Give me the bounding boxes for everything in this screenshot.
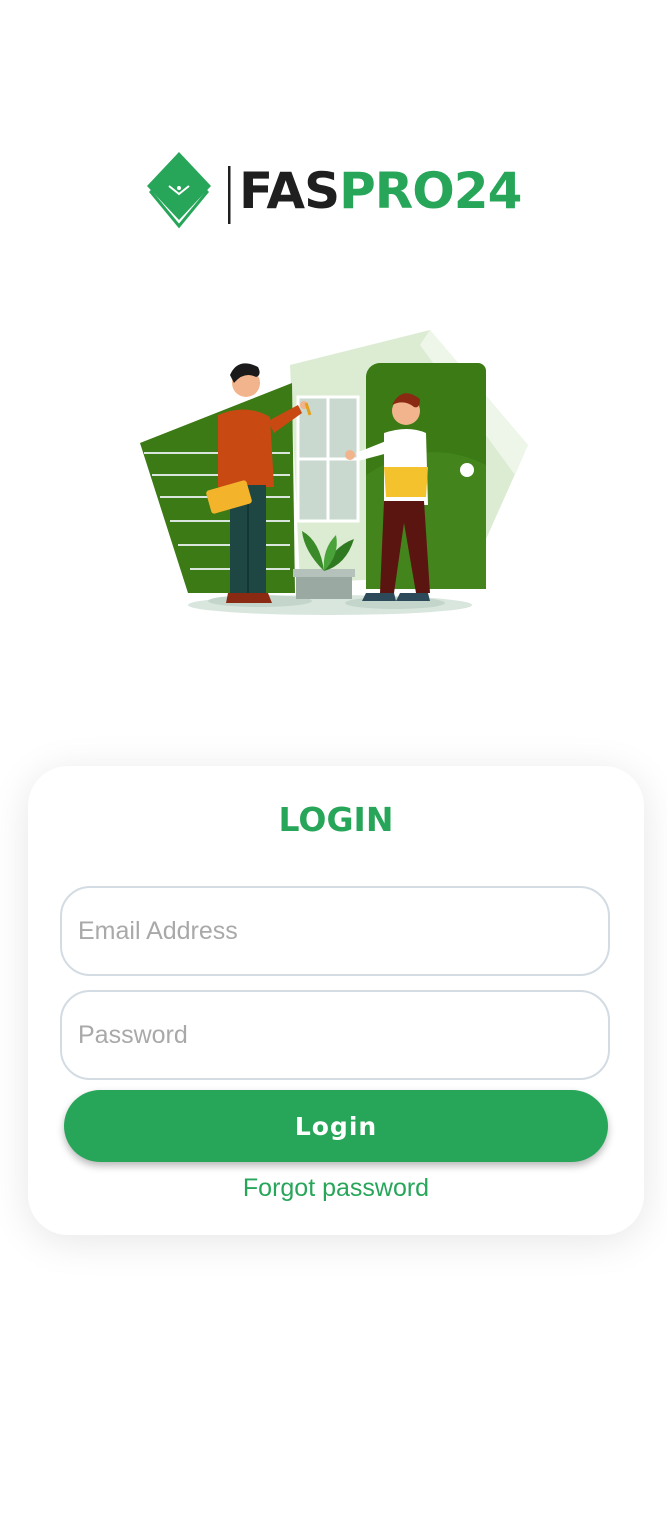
- faspro-diamond-icon: [147, 152, 231, 229]
- login-button[interactable]: Login: [64, 1090, 608, 1162]
- logo-text-fas: FAS: [239, 162, 340, 220]
- house-key-handover-illustration: [130, 325, 535, 620]
- logo-text-pro24: PRO24: [339, 162, 522, 220]
- login-card: LOGIN Login Forgot password: [28, 766, 644, 1235]
- login-title: LOGIN: [278, 800, 394, 839]
- forgot-password-link[interactable]: Forgot password: [28, 1170, 644, 1206]
- email-field[interactable]: [60, 886, 610, 976]
- password-field[interactable]: [60, 990, 610, 1080]
- logo-wordmark: FASPRO24: [239, 156, 522, 226]
- app-logo: FASPRO24: [143, 148, 533, 232]
